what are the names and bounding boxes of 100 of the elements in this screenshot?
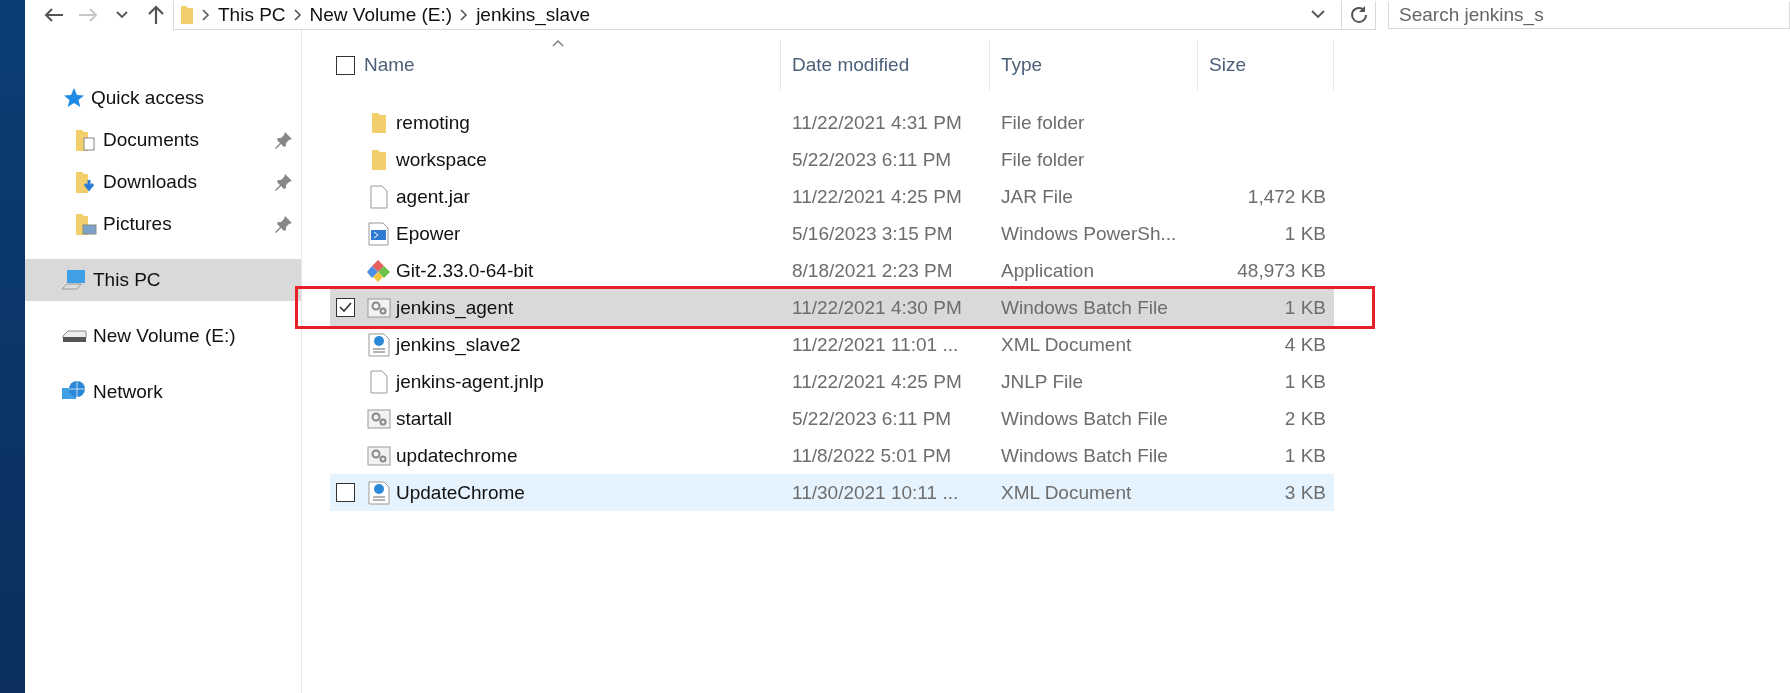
folder-icon xyxy=(75,212,97,236)
folder-icon xyxy=(75,128,97,152)
xml-file-icon xyxy=(368,332,390,357)
file-type: File folder xyxy=(1000,148,1086,171)
file-type: JNLP File xyxy=(1000,370,1084,393)
column-header[interactable]: Date modified xyxy=(781,40,990,90)
date-modified: 5/22/2023 6:11 PM xyxy=(791,148,953,171)
file-row[interactable]: workspace 5/22/2023 6:11 PM File folder xyxy=(330,141,1334,178)
date-modified: 8/18/2021 2:23 PM xyxy=(791,259,954,282)
file-name: jenkins_agent xyxy=(394,296,515,319)
date-modified: 11/22/2021 11:01 ... xyxy=(791,333,960,356)
file-size: 48,973 KB xyxy=(1236,259,1327,282)
chevron-right-icon xyxy=(202,8,210,21)
file-size: 1 KB xyxy=(1283,370,1327,393)
gears-file-icon xyxy=(367,408,391,429)
sidebar-item[interactable]: This PC xyxy=(25,259,301,301)
folder-icon xyxy=(371,111,387,134)
file-name: Epower xyxy=(395,222,462,245)
file-row[interactable]: agent.jar 11/22/2021 4:25 PM JAR File 1,472 KB xyxy=(330,178,1334,215)
chevron-down-icon[interactable] xyxy=(1311,10,1325,19)
file-name: remoting xyxy=(395,111,471,134)
file-icon xyxy=(370,369,388,394)
folder-icon xyxy=(371,148,387,171)
chevron-right-icon xyxy=(460,8,469,21)
file-row[interactable]: updatechrome 11/8/2022 5:01 PM Windows Batch File 1 KB xyxy=(330,437,1334,474)
sidebar-item[interactable]: Downloads xyxy=(25,161,301,203)
file-row[interactable]: remoting 11/22/2021 4:31 PM File folder xyxy=(330,104,1334,141)
row-checkbox[interactable] xyxy=(336,298,355,317)
file-name: UpdateChrome xyxy=(395,481,526,504)
file-type: XML Document xyxy=(1000,481,1133,504)
sidebar-item-label: New Volume (E:) xyxy=(93,325,237,347)
column-header[interactable]: Name xyxy=(364,40,781,90)
computer-icon xyxy=(61,269,87,291)
gears-file-icon xyxy=(367,445,391,466)
file-type: JAR File xyxy=(1000,185,1074,208)
file-size: 2 KB xyxy=(1283,407,1327,430)
select-all-checkbox[interactable] xyxy=(336,55,355,75)
file-type: Application xyxy=(1000,259,1095,282)
sidebar-item[interactable]: Quick access xyxy=(25,77,301,119)
date-modified: 11/22/2021 4:25 PM xyxy=(791,185,963,208)
file-row[interactable]: Epower 5/16/2023 3:15 PM Windows PowerSh... 1 KB xyxy=(330,215,1334,252)
file-type: Windows Batch File xyxy=(1000,444,1169,467)
file-size: 3 KB xyxy=(1283,481,1327,504)
xml-file-icon xyxy=(368,480,390,505)
file-row[interactable]: jenkins_slave2 11/22/2021 11:01 ... XML Document 4 KB xyxy=(330,326,1334,363)
script-file-icon xyxy=(368,221,390,246)
file-size: 4 KB xyxy=(1283,333,1327,356)
file-name: updatechrome xyxy=(395,444,519,467)
folder-icon xyxy=(180,4,194,25)
file-type: Windows PowerSh... xyxy=(1000,222,1178,245)
sidebar-item-label: This PC xyxy=(93,269,162,291)
gears-file-icon xyxy=(367,297,391,318)
file-row[interactable]: jenkins-agent.jnlp 11/22/2021 4:25 PM JNLP File 1 KB xyxy=(330,363,1334,400)
file-type: Windows Batch File xyxy=(1000,296,1169,319)
date-modified: 5/16/2023 3:15 PM xyxy=(791,222,954,245)
file-row[interactable]: jenkins_agent 11/22/2021 4:30 PM Windows Batch File 1 KB xyxy=(330,289,1334,326)
file-name: jenkins_slave2 xyxy=(394,333,522,356)
refresh-icon xyxy=(1349,5,1368,24)
sidebar-item[interactable]: Network xyxy=(25,371,301,413)
date-modified: 11/30/2021 10:11 ... xyxy=(791,481,960,504)
sidebar-item-label: Network xyxy=(93,381,164,403)
sidebar-item[interactable]: New Volume (E:) xyxy=(25,315,301,357)
folder-icon xyxy=(75,170,97,194)
diamond-app-icon xyxy=(366,258,392,283)
star-icon xyxy=(61,87,85,109)
date-modified: 11/22/2021 4:31 PM xyxy=(791,111,963,134)
drive-icon xyxy=(61,329,87,343)
chevron-right-icon xyxy=(293,8,302,21)
file-name: agent.jar xyxy=(395,185,471,208)
forward-arrow-icon xyxy=(78,7,98,23)
back-arrow-icon xyxy=(44,7,64,23)
file-icon xyxy=(370,184,388,209)
sort-ascending-icon xyxy=(552,40,564,47)
breadcrumb-item[interactable]: This PC xyxy=(218,3,286,26)
date-modified: 11/22/2021 4:25 PM xyxy=(791,370,963,393)
column-header[interactable]: Type xyxy=(990,40,1198,90)
file-name: Git-2.33.0-64-bit xyxy=(395,259,535,282)
sidebar-item[interactable]: Pictures xyxy=(25,203,301,245)
file-size: 1 KB xyxy=(1283,296,1327,319)
file-row[interactable]: Git-2.33.0-64-bit 8/18/2021 2:23 PM Application 48,973 KB xyxy=(330,252,1334,289)
file-size: 1,472 KB xyxy=(1246,185,1327,208)
address-bar[interactable]: This PC New Volume (E:) jenkins_slave xyxy=(173,0,1376,30)
sidebar-item[interactable]: Documents xyxy=(25,119,301,161)
date-modified: 5/22/2023 6:11 PM xyxy=(791,407,953,430)
sidebar-item-label: Pictures xyxy=(103,213,173,235)
file-row[interactable]: startall 5/22/2023 6:11 PM Windows Batch File 2 KB xyxy=(330,400,1334,437)
file-type: XML Document xyxy=(1000,333,1133,356)
sidebar-item-label: Quick access xyxy=(91,87,205,109)
file-row[interactable]: UpdateChrome 11/30/2021 10:11 ... XML Document 3 KB xyxy=(330,474,1334,511)
date-modified: 11/22/2021 4:30 PM xyxy=(791,296,963,319)
breadcrumb-item[interactable]: New Volume (E:) xyxy=(309,3,453,26)
breadcrumb-item[interactable]: jenkins_slave xyxy=(476,3,591,26)
file-name: jenkins-agent.jnlp xyxy=(394,370,545,393)
row-checkbox[interactable] xyxy=(336,483,355,502)
file-type: Windows Batch File xyxy=(1000,407,1169,430)
search-field[interactable]: Search jenkins_s xyxy=(1388,1,1790,29)
sidebar-item-label: Downloads xyxy=(103,171,198,193)
column-header[interactable]: Size xyxy=(1198,40,1334,90)
file-size: 1 KB xyxy=(1283,444,1327,467)
up-arrow-icon xyxy=(147,5,165,25)
